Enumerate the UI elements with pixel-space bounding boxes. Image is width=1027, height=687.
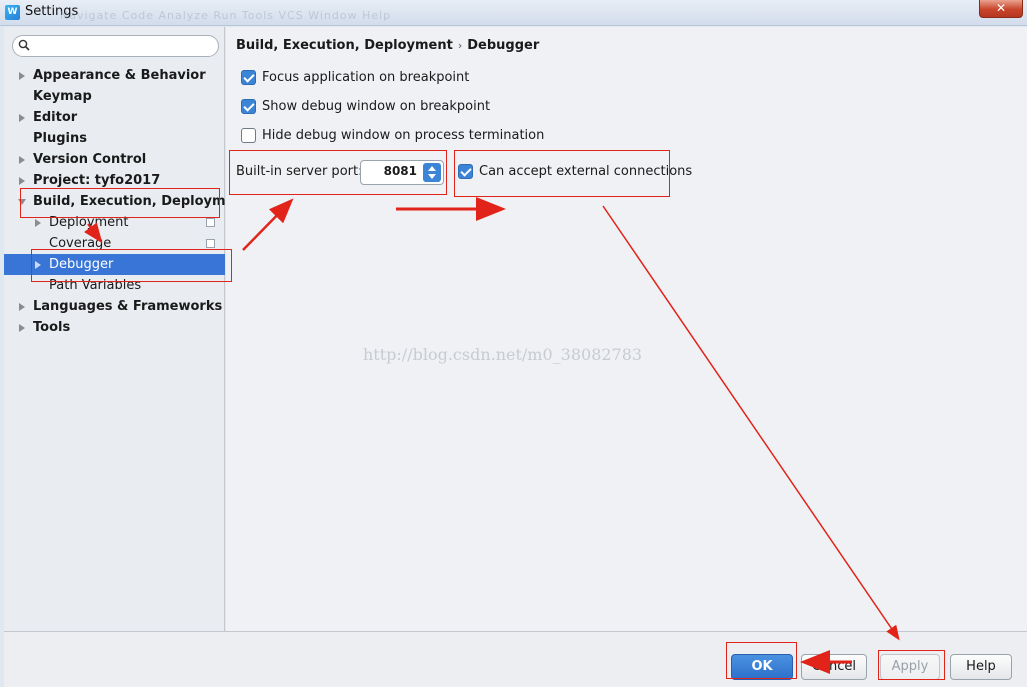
- checkbox-unchecked[interactable]: [241, 128, 256, 143]
- help-button[interactable]: Help: [950, 654, 1012, 680]
- sidebar-item-keymap[interactable]: Keymap: [33, 86, 92, 107]
- expand-arrow-icon[interactable]: [35, 219, 41, 227]
- window-titlebar: W Settings Navigate Code Analyze Run Too…: [0, 0, 1027, 26]
- webstorm-app-icon: W: [5, 5, 20, 20]
- breadcrumb-separator: ›: [457, 39, 463, 52]
- breadcrumb: Build, Execution, Deployment › Debugger: [236, 38, 539, 53]
- settings-search-input[interactable]: [12, 35, 219, 57]
- checkbox-checked[interactable]: [241, 99, 256, 114]
- sidebar-item-label: Plugins: [33, 131, 87, 146]
- breadcrumb-current: Debugger: [467, 38, 540, 53]
- annotation-box-external-connections: [454, 150, 670, 197]
- expand-arrow-icon[interactable]: [19, 72, 25, 80]
- sidebar-item-plugins[interactable]: Plugins: [33, 128, 87, 149]
- dialog-button-bar: OK Cancel Apply Help: [4, 631, 1027, 687]
- sidebar-item-label: Keymap: [33, 89, 92, 104]
- sidebar-item-label: Version Control: [33, 152, 147, 167]
- project-scope-icon: [206, 239, 215, 248]
- project-scope-icon: [206, 218, 215, 227]
- sidebar-item-version-control[interactable]: Version Control: [19, 149, 147, 170]
- blog-watermark: http://blog.csdn.net/m0_38082783: [363, 345, 643, 364]
- expand-arrow-icon[interactable]: [19, 177, 25, 185]
- annotation-box-ok: [726, 642, 797, 679]
- sidebar-item-tools[interactable]: Tools: [19, 317, 71, 338]
- debugger-settings-pane: Build, Execution, Deployment › Debugger Fo…: [226, 27, 1027, 631]
- expand-arrow-icon[interactable]: [19, 324, 25, 332]
- sidebar-item-languages-frameworks[interactable]: Languages & Frameworks: [19, 296, 223, 317]
- search-icon: [18, 39, 30, 51]
- annotation-box-apply: [878, 650, 945, 680]
- sidebar-item-label: Languages & Frameworks: [33, 299, 223, 314]
- annotation-box-server-port: [229, 150, 447, 195]
- annotation-box-debugger: [31, 249, 232, 282]
- sidebar-item-label: Editor: [33, 110, 78, 125]
- expand-arrow-icon[interactable]: [19, 114, 25, 122]
- expand-arrow-icon[interactable]: [19, 156, 25, 164]
- cancel-button[interactable]: Cancel: [801, 654, 867, 680]
- sidebar-item-appearance-behavior[interactable]: Appearance & Behavior: [19, 65, 206, 86]
- option-label: Hide debug window on process termination: [262, 128, 545, 143]
- background-menu-ghost: Navigate Code Analyze Run Tools VCS Wind…: [60, 9, 392, 22]
- option-label: Focus application on breakpoint: [262, 70, 470, 85]
- expand-arrow-icon[interactable]: [19, 303, 25, 311]
- sidebar-item-label: Appearance & Behavior: [33, 68, 206, 83]
- breadcrumb-parent: Build, Execution, Deployment: [236, 38, 453, 53]
- window-close-button[interactable]: ✕: [979, 0, 1023, 18]
- option-label: Show debug window on breakpoint: [262, 99, 491, 114]
- annotation-box-build-execution: [20, 188, 220, 218]
- checkbox-checked[interactable]: [241, 70, 256, 85]
- sidebar-item-label: Tools: [33, 320, 71, 335]
- settings-sidebar: Appearance & Behavior Keymap Editor Plug…: [4, 27, 250, 631]
- sidebar-item-label: Project: tyfo2017: [33, 173, 161, 188]
- sidebar-item-editor[interactable]: Editor: [19, 107, 78, 128]
